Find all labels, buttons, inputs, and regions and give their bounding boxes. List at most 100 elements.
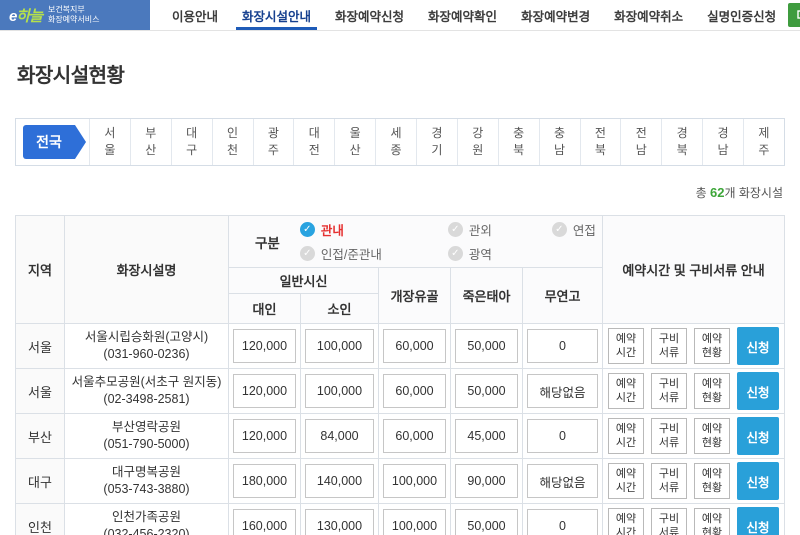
apply-button[interactable]: 신청 (737, 327, 780, 365)
documents-button-label: 구비서류 (658, 467, 680, 494)
cell-price-child: 130,000 (300, 503, 379, 535)
reserve-status-button[interactable]: 예약현황 (694, 463, 731, 499)
tab-region-전북[interactable]: 전북 (579, 119, 621, 165)
filter-radio-관외[interactable]: ✓ 관외 (447, 220, 552, 239)
cell-price-child: 100,000 (300, 368, 379, 414)
table-row: 서울 서울추모공원(서초구 원지동) (02-3498-2581) 120,000 10… (15, 368, 785, 414)
col-header-general-body: 일반시신 (228, 267, 379, 294)
cell-facility-name: 인천가족공원 (032-456-2320) (64, 503, 229, 535)
tab-region-label: 부산 (145, 125, 157, 157)
tab-region-서울[interactable]: 서울 (89, 119, 130, 165)
tab-region-label: 광주 (267, 125, 279, 157)
tab-region-부산[interactable]: 부산 (129, 119, 171, 165)
nav-item-이용안내[interactable]: 이용안내 (160, 0, 230, 30)
nav-item-화장시설안내[interactable]: 화장시설안내 (230, 0, 323, 30)
nav-item-화장예약확인[interactable]: 화장예약확인 (416, 0, 509, 30)
tab-region-충북[interactable]: 충북 (497, 119, 539, 165)
col-header-adult: 대인 (228, 293, 301, 324)
tab-region-세종[interactable]: 세종 (375, 119, 416, 165)
gubun-label: 구분 (255, 235, 280, 251)
price-box-unclaimed: 해당없음 (527, 464, 599, 498)
tab-region-인천[interactable]: 인천 (211, 119, 253, 165)
tab-region-대전[interactable]: 대전 (293, 119, 334, 165)
service-logo[interactable]: e하늘 보건복지부 화장예약서비스 (0, 0, 150, 30)
tab-nationwide[interactable]: 전국 (23, 125, 86, 159)
apply-button[interactable]: 신청 (737, 462, 780, 500)
documents-button[interactable]: 구비서류 (651, 463, 688, 499)
price-box-unclaimed: 해당없음 (527, 374, 599, 408)
price-box-exhumed: 60,000 (383, 374, 446, 408)
tab-region-label: 경북 (676, 125, 688, 157)
tab-region-충남[interactable]: 충남 (538, 119, 580, 165)
filter-radio-관내[interactable]: ✓ 관내 (299, 220, 448, 239)
price-box-stillborn: 45,000 (455, 419, 518, 453)
documents-button[interactable]: 구비서류 (651, 418, 688, 454)
tab-region-광주[interactable]: 광주 (252, 119, 294, 165)
price-box-adult: 120,000 (233, 419, 296, 453)
reserve-status-button-label: 예약현황 (701, 467, 723, 494)
top-bar: e하늘 보건복지부 화장예약서비스 이용안내 화장시설안내 화장예약신청 화장예약확인… (0, 0, 800, 31)
reserve-status-button[interactable]: 예약현황 (694, 328, 731, 364)
apply-button[interactable]: 신청 (737, 417, 780, 455)
documents-button[interactable]: 구비서류 (651, 328, 688, 364)
cell-price-child: 140,000 (300, 458, 379, 504)
ehaneul-logo-icon: e하늘 (9, 7, 43, 25)
tab-region-경기[interactable]: 경기 (416, 119, 457, 165)
table-row: 대구 대구명복공원 (053-743-3880) 180,000 140,000 100,… (15, 458, 785, 504)
tab-region-label: 강원 (472, 125, 484, 157)
tab-region-전남[interactable]: 전남 (620, 119, 661, 165)
reserve-status-button-label: 예약현황 (701, 377, 723, 404)
documents-button[interactable]: 구비서류 (651, 508, 688, 535)
nav-item-화장예약취소[interactable]: 화장예약취소 (602, 0, 695, 30)
count-prefix: 총 (695, 186, 710, 200)
cell-facility-name: 대구명복공원 (053-743-3880) (64, 458, 229, 504)
facility-phone: (032-456-2320) (103, 527, 190, 535)
reserve-time-button-label: 예약시간 (615, 512, 637, 535)
price-box-stillborn: 50,000 (455, 509, 518, 535)
tab-region-경남[interactable]: 경남 (702, 119, 743, 165)
filter-radio-연접[interactable]: ✓ 연접 (551, 220, 596, 239)
tab-region-경북[interactable]: 경북 (661, 119, 702, 165)
tab-region-label: 서울 (104, 125, 116, 157)
radio-unchecked-icon: ✓ (447, 222, 463, 237)
tab-region-label: 인천 (227, 125, 239, 157)
reserve-status-button[interactable]: 예약현황 (694, 373, 731, 409)
apply-button[interactable]: 신청 (737, 507, 780, 535)
tab-region-label: 울산 (349, 125, 361, 157)
cell-price-exhumed: 60,000 (378, 368, 451, 414)
filter-radio-광역[interactable]: ✓ 광역 (447, 244, 552, 263)
logo-text: 보건복지부 화장예약서비스 (48, 5, 100, 26)
facility-phone: (02-3498-2581) (103, 392, 190, 406)
tab-region-제주[interactable]: 제주 (743, 119, 784, 165)
reserve-time-button[interactable]: 예약시간 (608, 373, 645, 409)
filter-radio-인접/준관내[interactable]: ✓ 인접/준관내 (299, 244, 448, 263)
reserve-status-button[interactable]: 예약현황 (694, 418, 731, 454)
nav-item-실명인증신청[interactable]: 실명인증신청 (695, 0, 788, 30)
tab-region-울산[interactable]: 울산 (334, 119, 375, 165)
reserve-time-button[interactable]: 예약시간 (608, 463, 645, 499)
documents-button[interactable]: 구비서류 (651, 373, 688, 409)
col-header-facility: 화장시설명 (64, 215, 229, 324)
row-actions: 예약시간 구비서류 예약현황 신청 (603, 462, 784, 500)
nav-item-화장예약신청[interactable]: 화장예약신청 (323, 0, 416, 30)
nav-item-화장예약변경[interactable]: 화장예약변경 (509, 0, 602, 30)
reserve-status-button[interactable]: 예약현황 (694, 508, 731, 535)
tab-region-label: 제주 (758, 125, 770, 157)
documents-button-label: 구비서류 (658, 332, 680, 359)
price-box-adult: 160,000 (233, 509, 296, 535)
table-row: 인천 인천가족공원 (032-456-2320) 160,000 130,000 100,… (15, 503, 785, 535)
apply-button[interactable]: 신청 (737, 372, 780, 410)
reserve-time-button[interactable]: 예약시간 (608, 508, 645, 535)
reserve-time-button[interactable]: 예약시간 (608, 328, 645, 364)
tab-region-대구[interactable]: 대구 (170, 119, 212, 165)
cell-price-unclaimed: 해당없음 (521, 458, 604, 504)
tab-region-label: 충북 (513, 125, 525, 157)
facility-name: 대구명복공원 (111, 465, 181, 480)
reserve-time-button[interactable]: 예약시간 (608, 418, 645, 454)
filter-label: 연접 (572, 224, 596, 238)
remote-support-button[interactable]: 원격지원 (788, 3, 800, 27)
cell-price-adult: 180,000 (228, 458, 301, 504)
tab-region-강원[interactable]: 강원 (456, 119, 498, 165)
price-box-adult: 120,000 (233, 374, 296, 408)
cell-price-unclaimed: 0 (521, 503, 604, 535)
